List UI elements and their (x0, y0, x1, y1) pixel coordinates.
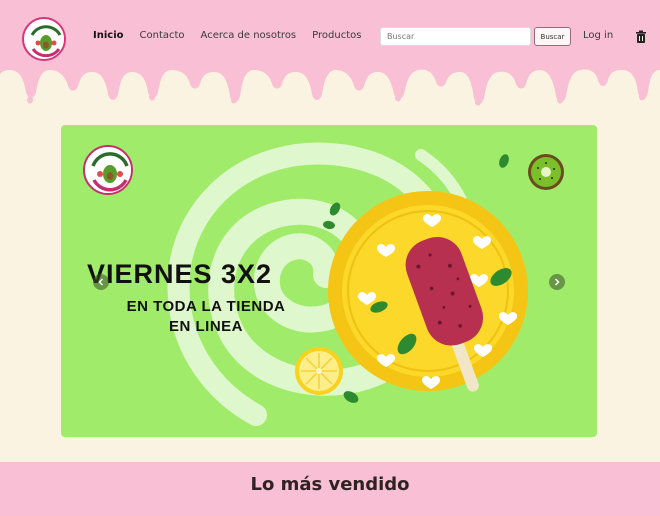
chevron-right-icon (555, 278, 560, 286)
bestsellers-section: Lo más vendido (0, 462, 660, 516)
avocado-logo[interactable] (22, 17, 66, 61)
chevron-left-icon (98, 278, 103, 286)
nav-productos[interactable]: Productos (312, 30, 361, 41)
login-link[interactable]: Log in (583, 30, 613, 41)
nav-acerca[interactable]: Acerca de nosotros (201, 30, 297, 41)
nav-inicio[interactable]: Inicio (93, 30, 124, 41)
search-input[interactable] (380, 27, 531, 46)
banner-logo (83, 145, 133, 195)
carousel-prev-button[interactable] (93, 274, 109, 290)
site-header: Inicio Contacto Acerca de nosotros Produ… (0, 0, 660, 110)
main-nav: Inicio Contacto Acerca de nosotros Produ… (93, 30, 361, 41)
trash-icon[interactable] (635, 30, 647, 44)
carousel-next-button[interactable] (549, 274, 565, 290)
pink-drip-decoration (0, 0, 660, 106)
banner-headline: VIERNES 3X2 (87, 259, 273, 289)
bestsellers-title: Lo más vendido (250, 474, 410, 495)
nav-contacto[interactable]: Contacto (140, 30, 185, 41)
search-button[interactable]: Buscar (534, 27, 571, 46)
banner-subline: EN TODA LA TIENDA EN LINEA (126, 298, 286, 335)
promo-banner[interactable]: VIERNES 3X2 EN TODA LA TIENDA EN LINEA (61, 125, 597, 437)
